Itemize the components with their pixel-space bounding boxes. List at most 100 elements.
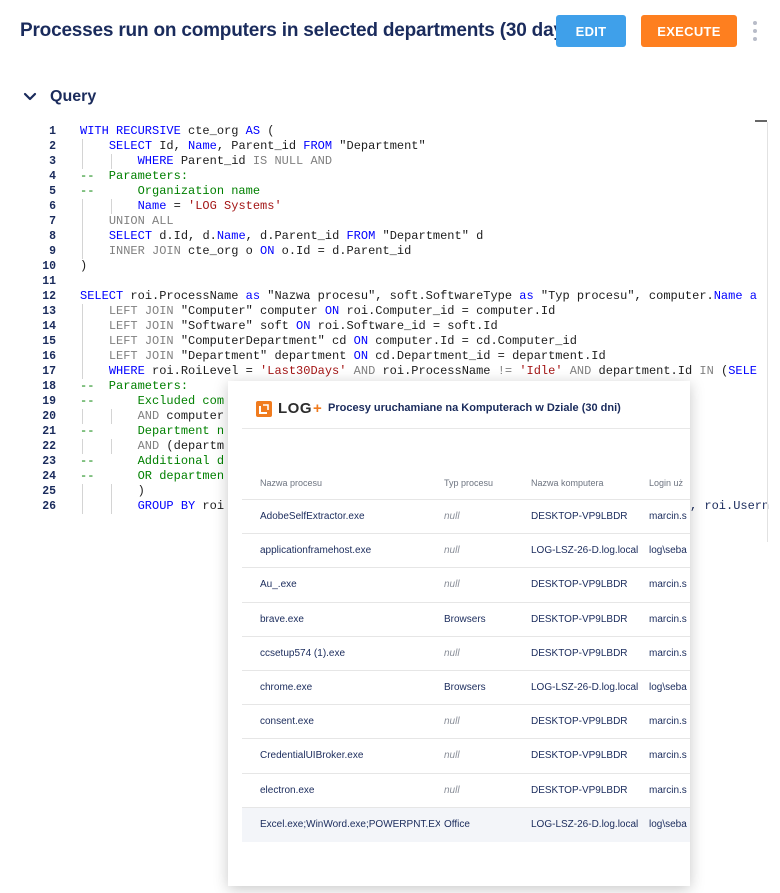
code-token: roi.RoiLevel = [144,364,261,378]
indent-guide [82,484,83,499]
logo-text: LOG [278,400,312,417]
code-text: SELECT Id, Name, Parent_id FROM "Departm… [80,139,426,154]
code-token: AS [245,124,261,138]
code-text: LEFT JOIN "Department" department ON cd.… [80,349,606,364]
column-header-login[interactable]: Login uż [649,478,690,488]
code-line: 9 INNER JOIN cte_org o ON o.Id = d.Paren… [30,244,780,259]
line-number: 4 [49,170,56,183]
code-token: UNION ALL [108,214,174,228]
chevron-down-icon [23,92,37,101]
code-token: roi.ProcessName [123,289,246,303]
code-token: d.Id, d. [152,229,217,243]
code-token: Parent_id [173,154,253,168]
line-number: 19 [42,395,56,408]
query-section-label: Query [50,88,97,105]
code-token: AND [137,439,160,453]
indent-guide [110,199,112,214]
editor-scrollbar[interactable] [767,122,768,542]
code-token: SELECT [108,229,153,243]
code-token: Name [137,199,167,213]
code-token: "Software" soft [173,319,297,333]
code-token: computer [159,409,225,423]
column-header-process-type[interactable]: Typ procesu [444,478,528,488]
table-row[interactable]: consent.exe null DESKTOP-VP9LBDR marcin.s [242,704,690,739]
line-number: 24 [42,470,56,483]
code-token: -- Excluded com [80,394,225,408]
code-token: Name [216,229,246,243]
code-token: ON [353,334,369,348]
indent-guide [82,319,83,334]
table-row[interactable]: chrome.exe Browsers LOG-LSZ-26-D.log.local… [242,670,690,705]
line-number: 26 [42,500,56,513]
code-token: "Department" d [375,229,484,243]
code-token: -- Organization name [80,184,261,198]
code-token: SELECT [108,139,153,153]
computer-name-cell: DESKTOP-VP9LBDR [531,647,628,659]
table-row[interactable]: AdobeSelfExtractor.exe null DESKTOP-VP9LBD… [242,499,690,534]
code-token: as [519,289,534,303]
code-line: 5 -- Organization name [30,184,780,199]
code-line: 2 SELECT Id, Name, Parent_id FROM "Depar… [30,139,780,154]
line-number: 21 [42,425,56,438]
indent-guide [110,154,112,169]
code-token: ON [353,349,369,363]
code-text: LEFT JOIN "ComputerDepartment" cd ON com… [80,334,577,349]
code-text: LEFT JOIN "Software" soft ON roi.Softwar… [80,319,498,334]
indent-guide [82,364,83,379]
code-token: ( [713,364,729,378]
line-number: 10 [42,260,56,273]
table-row[interactable]: brave.exe Browsers DESKTOP-VP9LBDR marcin.s [242,601,690,637]
code-token: ) [80,259,88,273]
edit-button[interactable]: EDIT [556,15,626,47]
query-section-header[interactable]: Query [22,88,96,106]
execute-button[interactable]: EXECUTE [641,15,737,47]
code-token: LEFT JOIN [108,334,174,348]
code-text: SELECT roi.ProcessName as "Nazwa procesu… [80,289,757,304]
process-name-cell: CredentialUIBroker.exe [260,750,364,762]
table-row[interactable]: Au_.exe null DESKTOP-VP9LBDR marcin.s [242,567,690,602]
code-text: -- Additional d [80,454,224,469]
process-name-cell: brave.exe [260,613,304,625]
login-cell: marcin.s [649,579,687,591]
code-token: SELE [728,364,757,378]
indent-guide [82,214,83,229]
code-token: WHERE [108,364,145,378]
code-text: GROUP BY roi [80,499,224,514]
line-number: 6 [49,200,56,213]
login-cell: log\seba [649,682,687,693]
process-type-cell: null [444,579,460,591]
indent-guide [110,409,112,424]
code-token: SELECT [80,289,124,303]
code-token: -- OR departmen [80,469,225,483]
line-number: 8 [49,230,56,243]
code-text: -- Organization name [80,184,260,199]
code-line: 13 LEFT JOIN "Computer" computer ON roi.… [30,304,780,319]
column-header-process-name[interactable]: Nazwa procesu [260,478,440,488]
computer-name-cell: DESKTOP-VP9LBDR [531,716,628,728]
code-token: Id, [152,139,189,153]
code-token: ) [137,484,145,498]
table-row[interactable]: applicationframehost.exe null LOG-LSZ-26-D… [242,533,690,568]
code-token: -- Parameters: [80,169,189,183]
indent-guide [82,409,83,424]
table-row[interactable]: Excel.exe;WinWord.exe;POWERPNT.EXE Office… [242,806,690,842]
computer-name-cell: LOG-LSZ-26-D.log.local [531,818,639,830]
line-number: 22 [42,440,56,453]
process-name-cell: chrome.exe [260,682,313,693]
code-token: WHERE [137,154,174,168]
table-row[interactable]: electron.exe null DESKTOP-VP9LBDR marcin.s [242,772,690,808]
code-token: IN [699,364,714,378]
table-row[interactable]: ccsetup574 (1).exe null DESKTOP-VP9LBDR mar… [242,635,690,671]
more-options-icon[interactable] [749,18,761,44]
code-token: LEFT JOIN [108,319,174,333]
table-row[interactable]: CredentialUIBroker.exe null DESKTOP-VP9LBD… [242,738,690,773]
column-header-computer-name[interactable]: Nazwa komputera [531,478,649,488]
process-type-cell: null [444,716,460,728]
code-token: , d.Parent_id [245,229,347,243]
code-text: ) [80,484,145,499]
line-number: 15 [42,335,56,348]
line-number: 13 [42,305,56,318]
process-name-cell: applicationframehost.exe [260,545,372,557]
code-token: IS NULL AND [252,154,333,168]
